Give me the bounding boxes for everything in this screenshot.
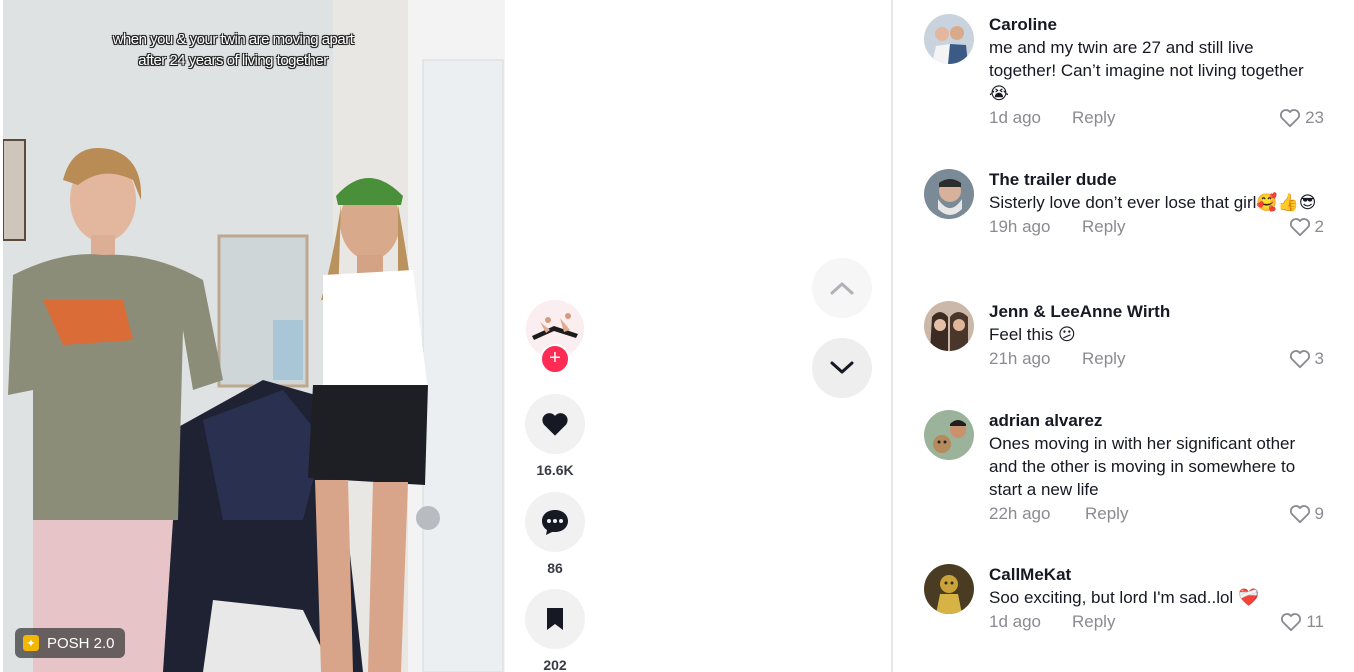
comment-text: me and my twin are 27 and still live tog… (989, 38, 1304, 103)
comment-like-count: 2 (1314, 217, 1324, 236)
like-count: 16.6K (536, 462, 574, 478)
video-player[interactable]: when you & your twin are moving apart af… (3, 0, 505, 672)
confused-emoji: 😕 (1057, 325, 1076, 344)
mending-heart-emoji: ❤️‍🩹 (1237, 588, 1260, 607)
like-button[interactable] (525, 394, 585, 454)
commenter-avatar[interactable] (924, 564, 974, 614)
heart-outline-icon (1289, 350, 1310, 369)
comment-time: 1d ago (989, 612, 1041, 631)
comment-like-button[interactable]: 23 (1279, 108, 1324, 128)
comment-username[interactable]: CallMeKat (989, 564, 1319, 586)
comment-like-count: 3 (1314, 349, 1324, 368)
comment-count: 86 (547, 560, 563, 576)
chevron-up-icon (830, 282, 854, 295)
comment-text: Ones moving in with her significant othe… (989, 434, 1296, 499)
panel-divider (891, 0, 893, 672)
reply-button[interactable]: Reply (1082, 349, 1125, 369)
comment-like-button[interactable]: 9 (1289, 504, 1324, 524)
comment-time: 19h ago (989, 217, 1051, 236)
chevron-down-icon (830, 361, 854, 374)
commenter-avatar[interactable] (924, 14, 974, 64)
comment-like-button[interactable]: 11 (1280, 612, 1324, 632)
comment-time: 21h ago (989, 349, 1051, 368)
comment-username[interactable]: adrian alvarez (989, 410, 1319, 432)
video-caption: when you & your twin are moving apart af… (112, 31, 354, 69)
comment-like-count: 23 (1305, 108, 1324, 127)
comment-username[interactable]: The trailer dude (989, 169, 1319, 191)
effect-icon: ✦ (23, 635, 39, 651)
crying-emoji: 😭 (989, 84, 1009, 103)
heart-outline-icon (1281, 613, 1302, 632)
heart-icon (542, 413, 568, 436)
bookmark-button[interactable] (525, 589, 585, 649)
commenter-avatar[interactable] (924, 169, 974, 219)
comment-time: 1d ago (989, 108, 1041, 127)
effect-badge[interactable]: ✦ POSH 2.0 (15, 628, 125, 658)
reply-button[interactable]: Reply (1072, 612, 1115, 632)
comment-text: Feel this 😕 (989, 325, 1076, 344)
bookmark-icon (547, 608, 563, 630)
next-video-button[interactable] (812, 338, 872, 398)
comment-icon (542, 510, 568, 535)
comment-text: Soo exciting, but lord I'm sad..lol ❤️‍🩹 (989, 588, 1260, 607)
emoji-group: 🥰👍😎 (1256, 193, 1317, 212)
comment-username[interactable]: Jenn & LeeAnne Wirth (989, 301, 1319, 323)
follow-button[interactable]: + (540, 344, 570, 374)
heart-outline-icon (1280, 109, 1301, 128)
video-frame (3, 0, 505, 672)
heart-outline-icon (1289, 505, 1310, 524)
comment-like-count: 11 (1306, 612, 1324, 631)
comment-username[interactable]: Caroline (989, 14, 1319, 36)
bookmark-count: 202 (543, 657, 567, 672)
comment-like-count: 9 (1314, 504, 1324, 523)
comment-like-button[interactable]: 3 (1289, 349, 1324, 369)
comment-time: 22h ago (989, 504, 1051, 523)
commenter-avatar[interactable] (924, 410, 974, 460)
reply-button[interactable]: Reply (1085, 504, 1128, 524)
previous-video-button[interactable] (812, 258, 872, 318)
heart-outline-icon (1289, 218, 1310, 237)
reply-button[interactable]: Reply (1082, 217, 1125, 237)
commenter-avatar[interactable] (924, 301, 974, 351)
reply-button[interactable]: Reply (1072, 108, 1115, 128)
comment-button[interactable] (525, 492, 585, 552)
effect-label: POSH 2.0 (47, 634, 115, 652)
comment-text: Sisterly love don’t ever lose that girl🥰… (989, 193, 1317, 212)
comment-like-button[interactable]: 2 (1289, 217, 1324, 237)
